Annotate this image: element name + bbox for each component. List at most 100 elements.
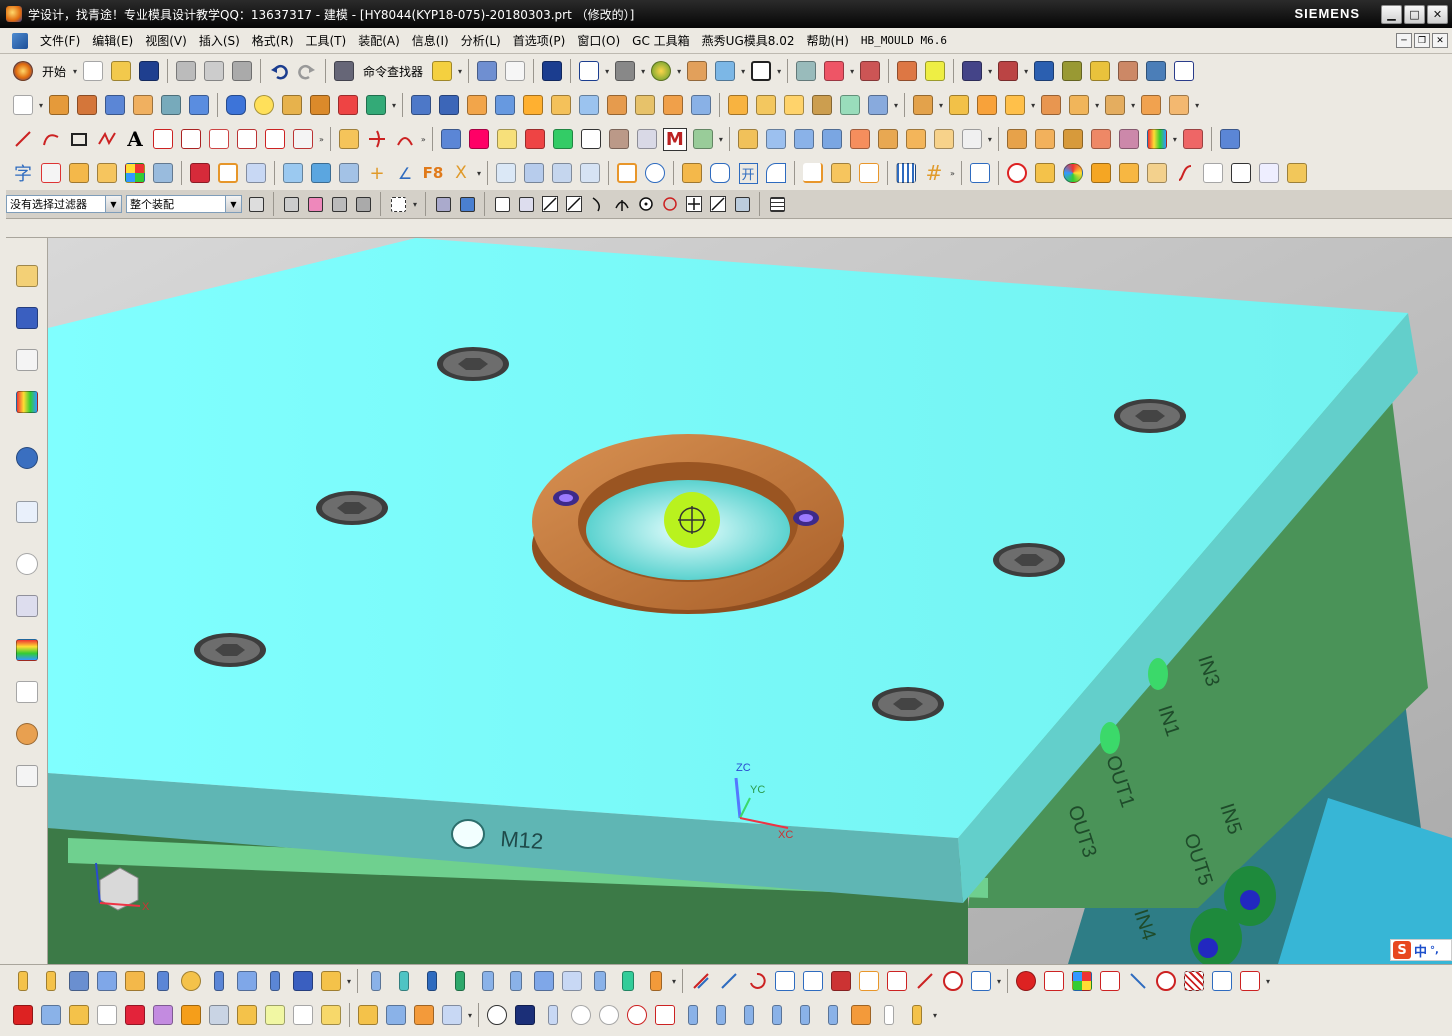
dropdown-icon[interactable]: ▾	[988, 135, 992, 144]
dropdown-icon[interactable]: ▾	[939, 101, 943, 110]
block-icon[interactable]	[66, 160, 92, 186]
layer-stack-icon[interactable]	[234, 1002, 260, 1028]
corner-icon[interactable]	[614, 160, 640, 186]
section-analysis-icon[interactable]	[1115, 58, 1141, 84]
dropdown-icon[interactable]: ▾	[458, 67, 462, 76]
book-icon[interactable]	[1041, 968, 1067, 994]
cad-icon[interactable]	[512, 1002, 538, 1028]
swept-icon[interactable]	[753, 92, 779, 118]
curve-s-icon[interactable]	[1172, 160, 1198, 186]
revolve-icon[interactable]	[74, 92, 100, 118]
draft-icon[interactable]	[576, 92, 602, 118]
measure-distance-icon[interactable]	[959, 58, 985, 84]
document-icon[interactable]	[12, 32, 28, 49]
extension-icon[interactable]	[875, 126, 901, 152]
mold-wizard-icon[interactable]	[438, 126, 464, 152]
part-navigator-icon[interactable]	[13, 346, 41, 374]
parts-list-icon[interactable]	[383, 1002, 409, 1028]
move-object-icon[interactable]	[857, 58, 883, 84]
grid-window-icon[interactable]	[1209, 968, 1235, 994]
pin-icon[interactable]	[642, 160, 668, 186]
chevron-down-icon[interactable]: ▼	[225, 196, 241, 212]
pin-e-icon[interactable]	[792, 1002, 818, 1028]
bar-icon[interactable]	[336, 160, 362, 186]
intersect-icon[interactable]	[464, 92, 490, 118]
background-color-icon[interactable]	[748, 58, 774, 84]
curve-edit-icon[interactable]	[336, 126, 362, 152]
rainbow-icon[interactable]	[1144, 126, 1170, 152]
bom-icon[interactable]	[411, 1002, 437, 1028]
bolt-icon[interactable]	[262, 968, 288, 994]
split-body-icon[interactable]	[632, 92, 658, 118]
synchronous-move-icon[interactable]	[910, 92, 936, 118]
guide-pin-icon[interactable]	[150, 968, 176, 994]
intersect-curve-icon[interactable]	[262, 126, 288, 152]
snap-face-icon[interactable]	[732, 194, 752, 214]
system-materials-icon[interactable]	[13, 592, 41, 620]
resize-blend-icon[interactable]	[1066, 92, 1092, 118]
helix-icon[interactable]	[150, 126, 176, 152]
surface-icon[interactable]	[791, 126, 817, 152]
eye-view-icon[interactable]	[484, 1002, 510, 1028]
slant-icon[interactable]	[828, 160, 854, 186]
snap-tangent-icon[interactable]	[708, 194, 728, 214]
measure-body-icon[interactable]	[1059, 58, 1085, 84]
pin-tool-icon[interactable]	[540, 1002, 566, 1028]
make-coplanar-icon[interactable]	[1102, 92, 1128, 118]
menu-yanxiu-mold[interactable]: 燕秀UG模具8.02	[696, 32, 801, 49]
folder-note-icon[interactable]	[355, 1002, 381, 1028]
system-scene-icon[interactable]	[13, 762, 41, 790]
circle-target-icon[interactable]	[596, 1002, 622, 1028]
matrix-icon[interactable]	[828, 968, 854, 994]
pin-b-icon[interactable]	[708, 1002, 734, 1028]
doc-minimize-button[interactable]: ─	[1396, 33, 1412, 48]
white-cube-icon[interactable]	[1200, 160, 1226, 186]
select-all-icon[interactable]	[305, 194, 325, 214]
rectangle-icon[interactable]	[66, 126, 92, 152]
split-icon[interactable]	[856, 160, 882, 186]
doc-restore-button[interactable]: ❐	[1414, 33, 1430, 48]
trim-body-icon[interactable]	[604, 92, 630, 118]
dropdown-icon[interactable]: ▾	[477, 169, 481, 178]
yellow-box-icon[interactable]	[318, 1002, 344, 1028]
extrude-icon[interactable]	[46, 92, 72, 118]
menu-format[interactable]: 格式(R)	[246, 32, 300, 49]
array-icon[interactable]	[800, 968, 826, 994]
menu-file[interactable]: 文件(F)	[34, 32, 86, 49]
column-icon[interactable]	[234, 968, 260, 994]
render-style-icon[interactable]	[612, 58, 638, 84]
dropdown-icon[interactable]: ▾	[347, 977, 351, 986]
select-body-icon[interactable]	[433, 194, 453, 214]
dropdown-icon[interactable]: »	[319, 135, 324, 144]
screw-m-icon[interactable]	[363, 968, 389, 994]
assembly-cubes-icon[interactable]	[38, 1002, 64, 1028]
lock-select-icon[interactable]	[353, 194, 373, 214]
reuse-library-icon[interactable]	[13, 388, 41, 416]
ime-indicator[interactable]: S 中 °,	[1390, 939, 1452, 961]
type-filter-select[interactable]: 没有选择过滤器 ▼	[6, 195, 122, 213]
redo-icon[interactable]	[294, 58, 320, 84]
hot-runner-icon[interactable]	[615, 968, 641, 994]
orange-grid-icon[interactable]	[848, 1002, 874, 1028]
divide-curve-icon[interactable]	[392, 126, 418, 152]
orient-view-icon[interactable]	[684, 58, 710, 84]
manufacturing-wizard-icon[interactable]	[13, 678, 41, 706]
graphics-viewport[interactable]: M12 IN3 IN1 OUT1 OUT3 IN5 OUT5 IN4 ZC YC…	[48, 238, 1452, 964]
delete-face-icon[interactable]	[974, 92, 1000, 118]
spline-icon[interactable]	[94, 126, 120, 152]
dropdown-icon[interactable]: ▾	[1024, 67, 1028, 76]
chevron-down-icon[interactable]: ▼	[105, 196, 121, 212]
show-hide-icon[interactable]	[922, 58, 948, 84]
hatch-lines-icon[interactable]	[1181, 968, 1207, 994]
snap-center-icon[interactable]	[636, 194, 656, 214]
ejector-pin-icon[interactable]	[150, 160, 176, 186]
pattern-icon[interactable]	[307, 92, 333, 118]
paste-icon[interactable]	[229, 58, 255, 84]
dropdown-icon[interactable]: ▾	[641, 67, 645, 76]
move-arrow-icon[interactable]	[66, 1002, 92, 1028]
snap-line-icon[interactable]	[540, 194, 560, 214]
chamfer-icon[interactable]	[548, 92, 574, 118]
flatten-icon[interactable]	[1032, 126, 1058, 152]
orange-plate-icon[interactable]	[1116, 160, 1142, 186]
assembly-navigator-icon[interactable]	[13, 262, 41, 290]
